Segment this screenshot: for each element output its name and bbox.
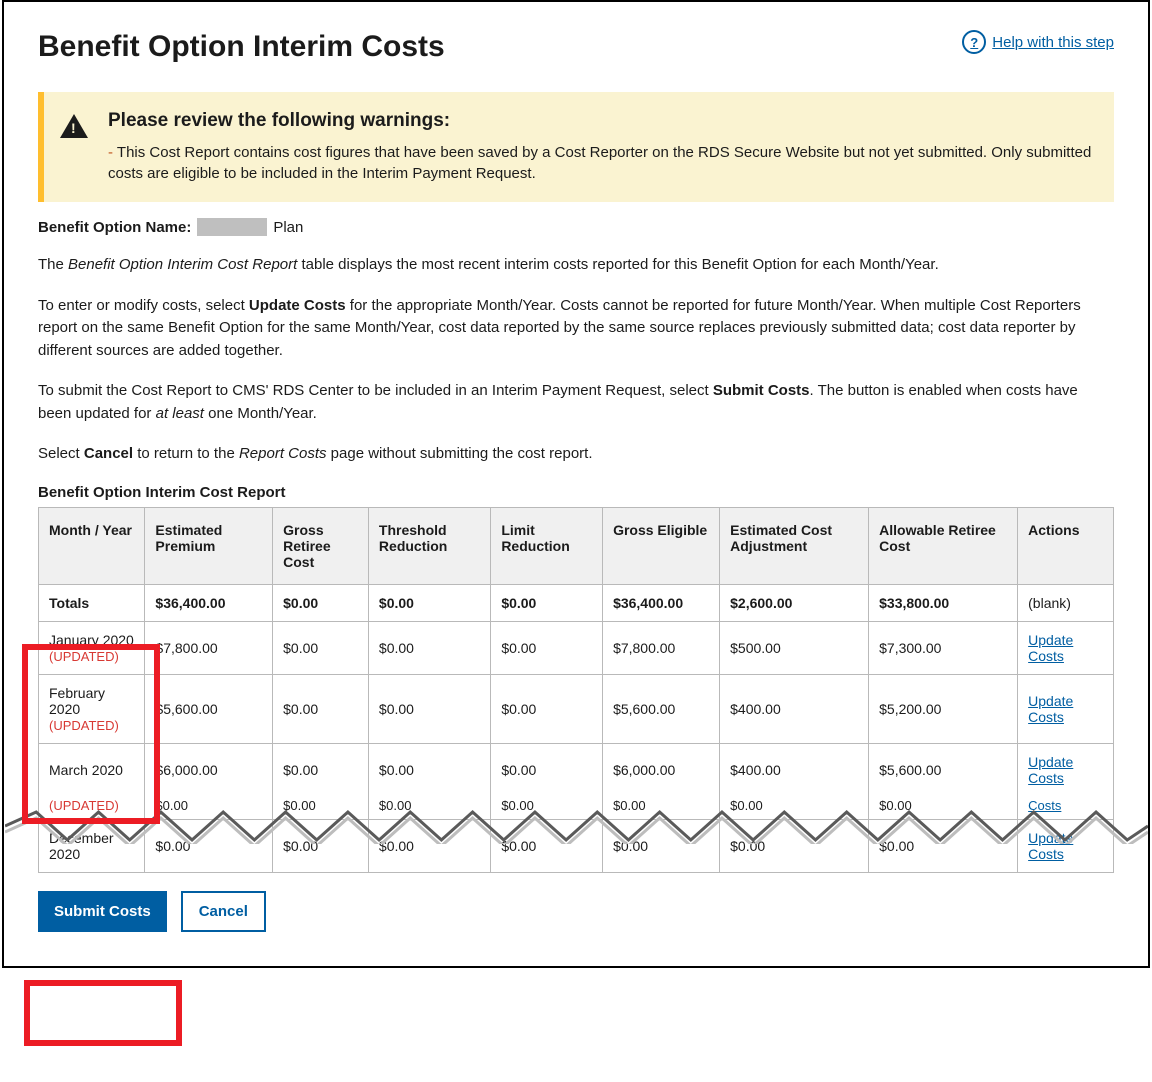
updated-badge: (UPDATED)	[49, 649, 119, 664]
question-icon: ?	[962, 30, 986, 54]
benefit-name-suffix: Plan	[273, 219, 303, 236]
update-costs-link[interactable]: Update Costs	[1028, 693, 1073, 725]
warning-alert: Please review the following warnings: Th…	[38, 92, 1114, 202]
submit-costs-button[interactable]: Submit Costs	[38, 891, 167, 932]
paragraph-2: To enter or modify costs, select Update …	[38, 295, 1114, 363]
col-gross-retiree: Gross Retiree Cost	[273, 507, 369, 584]
table-row: March 2020 $6,000.00 $0.00 $0.00 $0.00 $…	[39, 743, 1114, 796]
col-est-adj: Estimated Cost Adjustment	[720, 507, 869, 584]
benefit-name-redacted	[197, 218, 267, 236]
col-allowable: Allowable Retiree Cost	[869, 507, 1018, 584]
paragraph-1: The Benefit Option Interim Cost Report t…	[38, 254, 1114, 277]
warning-text: This Cost Report contains cost figures t…	[108, 142, 1092, 184]
warning-heading: Please review the following warnings:	[108, 110, 1092, 132]
col-limit: Limit Reduction	[491, 507, 603, 584]
warning-icon	[60, 114, 88, 138]
page-title: Benefit Option Interim Costs	[38, 30, 445, 64]
table-row: January 2020(UPDATED) $7,800.00 $0.00 $0…	[39, 621, 1114, 674]
benefit-name-label: Benefit Option Name:	[38, 219, 191, 236]
paragraph-4: Select Cancel to return to the Report Co…	[38, 443, 1114, 466]
updated-badge: (UPDATED)	[49, 718, 119, 733]
table-row: February 2020(UPDATED) $5,600.00 $0.00 $…	[39, 674, 1114, 743]
col-actions: Actions	[1018, 507, 1114, 584]
zigzag-row	[39, 819, 1114, 820]
col-threshold: Threshold Reduction	[368, 507, 490, 584]
annotation-highlight	[24, 980, 182, 1046]
update-costs-link[interactable]: Update Costs	[1028, 632, 1073, 664]
table-header-row: Month / Year Estimated Premium Gross Ret…	[39, 507, 1114, 584]
help-link-label: Help with this step	[992, 34, 1114, 51]
update-costs-link[interactable]: Update Costs	[1028, 754, 1073, 786]
totals-row: Totals $36,400.00 $0.00 $0.00 $0.00 $36,…	[39, 584, 1114, 621]
help-link[interactable]: ? Help with this step	[962, 30, 1114, 54]
cancel-button[interactable]: Cancel	[181, 891, 266, 932]
benefit-name-row: Benefit Option Name: Plan	[38, 218, 1114, 236]
col-month: Month / Year	[39, 507, 145, 584]
cost-report-table: Month / Year Estimated Premium Gross Ret…	[38, 507, 1114, 873]
table-break-zigzag	[5, 808, 1148, 844]
col-est-premium: Estimated Premium	[145, 507, 273, 584]
paragraph-3: To submit the Cost Report to CMS' RDS Ce…	[38, 380, 1114, 425]
table-caption: Benefit Option Interim Cost Report	[38, 484, 1114, 501]
col-gross-eligible: Gross Eligible	[603, 507, 720, 584]
